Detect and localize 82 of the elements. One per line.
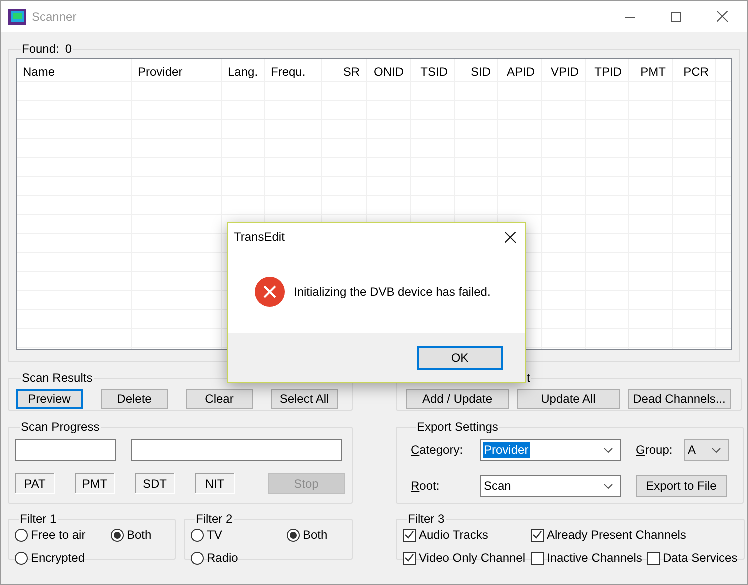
column-header[interactable]: APID — [506, 63, 535, 81]
input-field[interactable] — [131, 439, 342, 461]
radio-button[interactable] — [111, 528, 124, 542]
table-status-label: PMT — [75, 473, 115, 494]
button[interactable]: Select All — [271, 389, 338, 409]
export-button[interactable]: Export to File — [636, 475, 727, 497]
close-icon — [504, 232, 516, 242]
error-icon — [255, 277, 285, 307]
close-icon — [716, 11, 728, 22]
checkmark-icon — [405, 531, 414, 539]
radio-button[interactable] — [191, 552, 204, 564]
dropdown[interactable]: A — [684, 439, 729, 461]
dropdown-value: Scan — [483, 478, 512, 494]
field-label: Root: — [411, 478, 441, 495]
table-status-label: PAT — [15, 473, 55, 494]
chevron-down-icon — [604, 448, 613, 452]
group-title: Filter 2 — [195, 512, 234, 526]
radio-button[interactable] — [15, 528, 28, 542]
checkbox-label: Video Only Channel — [419, 550, 526, 567]
radio-label: Free to air — [31, 527, 86, 544]
group-title: Filter 3 — [407, 512, 446, 526]
dropdown-value: Provider — [483, 442, 530, 458]
checkbox-label: Inactive Channels — [547, 550, 642, 567]
radio-label: TV — [207, 527, 222, 544]
radio-label: Both — [127, 527, 152, 544]
column-header[interactable]: Lang. — [228, 63, 258, 81]
group-title: Scan Results — [21, 371, 94, 385]
checkbox[interactable] — [403, 528, 416, 542]
button[interactable]: Dead Channels... — [628, 389, 731, 409]
column-header[interactable]: Name — [23, 63, 56, 81]
chevron-down-icon — [604, 484, 613, 488]
input-field[interactable] — [15, 439, 116, 461]
checkmark-icon — [405, 554, 414, 562]
table-status-label: NIT — [195, 473, 235, 494]
table-status-label: SDT — [135, 473, 175, 494]
dropdown[interactable]: Scan — [480, 475, 621, 497]
column-header[interactable]: Provider — [138, 63, 183, 81]
column-header[interactable]: PMT — [640, 63, 666, 81]
checkbox-label: Data Services — [663, 550, 738, 567]
radio-button[interactable] — [287, 528, 300, 542]
maximize-icon — [671, 12, 681, 22]
field-label: Group: — [636, 442, 674, 459]
column-header[interactable]: SR — [343, 63, 360, 81]
column-header[interactable]: SID — [470, 63, 491, 81]
radio-label: Both — [303, 527, 328, 544]
app-icon — [8, 8, 26, 24]
checkbox-label: Audio Tracks — [419, 527, 488, 544]
found-label: Found: — [22, 42, 60, 56]
group-title: Scan Progress — [20, 420, 101, 434]
dialog-title: TransEdit — [234, 229, 285, 246]
found-count: 0 — [65, 42, 72, 56]
button[interactable]: Clear — [186, 389, 253, 409]
button[interactable]: Preview — [16, 389, 83, 409]
chevron-down-icon — [712, 448, 721, 452]
radio-button[interactable] — [15, 552, 28, 564]
checkbox[interactable] — [531, 552, 544, 564]
window-title: Scanner — [32, 8, 77, 26]
column-header[interactable]: TSID — [420, 63, 448, 81]
button[interactable]: Update All — [517, 389, 620, 409]
group-title: t — [526, 371, 532, 385]
button[interactable]: Delete — [101, 389, 168, 409]
checkbox[interactable] — [403, 552, 416, 564]
radio-label: Encrypted — [31, 550, 86, 567]
field-label: Category: — [411, 442, 464, 459]
ok-button[interactable]: OK — [417, 346, 503, 370]
checkmark-icon — [533, 531, 542, 539]
column-header[interactable]: ONID — [374, 63, 404, 81]
checkbox[interactable] — [647, 552, 660, 564]
dropdown-value: A — [687, 442, 698, 458]
checkbox[interactable] — [531, 528, 544, 542]
group-title: Export Settings — [416, 420, 500, 434]
checkbox-label: Already Present Channels — [547, 527, 686, 544]
column-header[interactable]: TPID — [594, 63, 622, 81]
group-title: Filter 1 — [19, 512, 58, 526]
column-header[interactable]: PCR — [684, 63, 709, 81]
column-header[interactable]: Frequ. — [271, 63, 306, 81]
radio-button[interactable] — [191, 528, 204, 542]
button[interactable]: Add / Update — [406, 389, 509, 409]
column-header[interactable]: VPID — [550, 63, 579, 81]
dropdown[interactable]: Provider — [480, 439, 621, 461]
radio-label: Radio — [207, 550, 238, 567]
dialog-message: Initializing the DVB device has failed. — [294, 284, 491, 301]
